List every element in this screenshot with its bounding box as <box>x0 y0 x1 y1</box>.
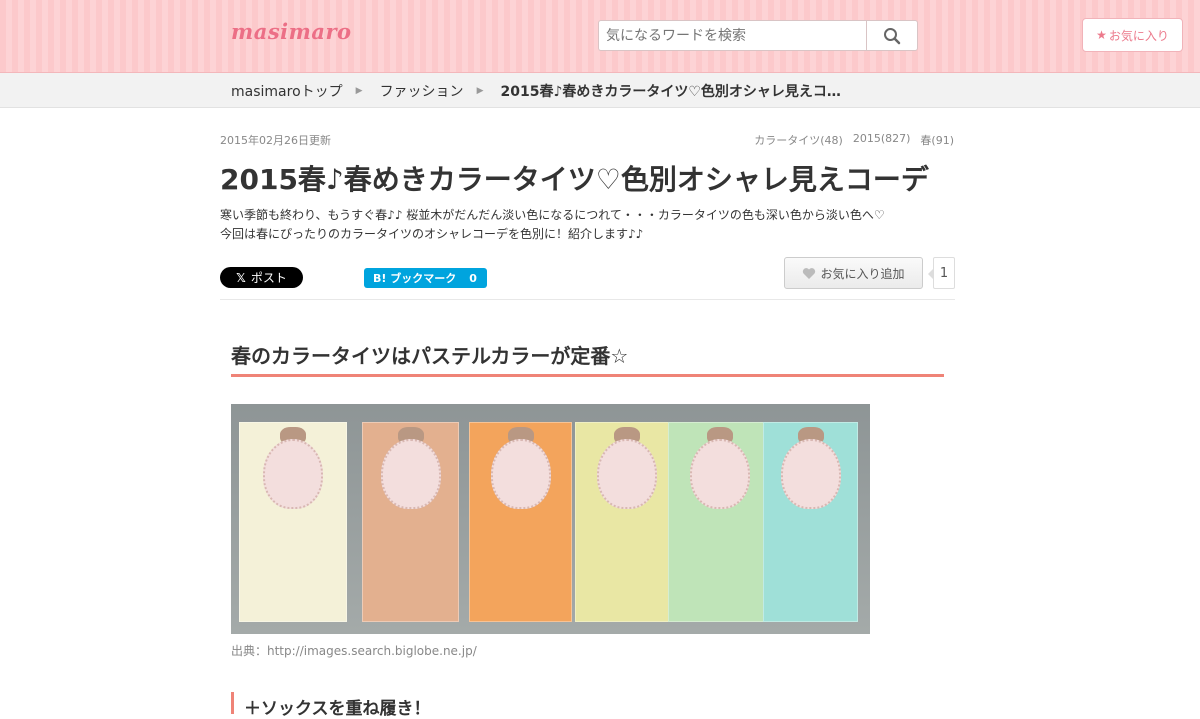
breadcrumb-home[interactable]: masimaroトップ <box>231 81 343 101</box>
x-logo-icon: 𝕏 <box>236 270 246 285</box>
hatena-bookmark-count: 0 <box>469 271 477 285</box>
x-post-button[interactable]: 𝕏 ポスト <box>220 267 303 288</box>
favorites-label: お気に入り <box>1108 28 1169 43</box>
search-button[interactable] <box>866 20 918 51</box>
heart-icon <box>803 267 816 279</box>
star-icon: ★ <box>1096 28 1107 42</box>
search-icon <box>884 27 901 44</box>
favorites-button[interactable]: ★ お気に入り <box>1082 18 1183 52</box>
hatena-bookmark-label: B! ブックマーク <box>373 272 457 285</box>
tights-package <box>469 422 572 622</box>
tag-link[interactable]: 春(91) <box>920 132 954 148</box>
tag-link[interactable]: 2015(827) <box>853 132 911 148</box>
article-description: 寒い季節も終わり、もうすぐ春♪♪ 桜並木がだんだん淡い色になるにつれて・・・カラ… <box>220 206 960 244</box>
subheading: ＋ソックスを重ね履き！ <box>244 699 431 719</box>
page-title: 2015春♪春めきカラータイツ♡色別オシャレ見えコーデ <box>220 163 929 196</box>
add-favorite-button[interactable]: お気に入り追加 <box>784 257 923 289</box>
hatena-bookmark-button[interactable]: B! ブックマーク 0 <box>364 268 487 288</box>
breadcrumb-current: 2015春♪春めきカラータイツ♡色別オシャレ見えコ… <box>500 84 841 100</box>
tights-photo <box>231 404 870 634</box>
divider <box>220 299 955 300</box>
tag-link[interactable]: カラータイツ(48) <box>754 132 843 148</box>
tights-package <box>668 422 771 622</box>
x-post-label: ポスト <box>250 271 287 285</box>
tights-package <box>575 422 678 622</box>
image-caption: 出典：http://images.search.biglobe.ne.jp/ <box>231 644 477 658</box>
breadcrumb-fashion[interactable]: ファッション <box>380 81 464 101</box>
site-logo[interactable]: masimaro <box>231 19 352 44</box>
breadcrumb-arrow-icon: ▶ <box>476 86 484 96</box>
description-line: 今回は春にぴったりのカラータイツのオシャレコーデを色別に！紹介します♪♪ <box>220 227 644 241</box>
subheading-bar <box>231 692 234 714</box>
favorite-count: 1 <box>928 257 955 289</box>
add-favorite-label: お気に入り追加 <box>820 266 905 281</box>
tag-list: カラータイツ(48) 2015(827) 春(91) <box>754 132 954 148</box>
tights-package <box>239 422 347 622</box>
section-heading: 春のカラータイツはパステルカラーが定番☆ <box>231 344 629 368</box>
breadcrumb: masimaroトップ ▶ ファッション ▶ 2015春♪春めきカラータイツ♡色… <box>231 81 841 101</box>
breadcrumb-bar: masimaroトップ ▶ ファッション ▶ 2015春♪春めきカラータイツ♡色… <box>0 73 1200 108</box>
site-header: masimaro ★ お気に入り <box>0 0 1200 73</box>
tights-package <box>362 422 459 622</box>
updated-date: 2015年02月26日更新 <box>220 134 331 147</box>
breadcrumb-arrow-icon: ▶ <box>355 86 363 96</box>
section-heading-underline <box>231 374 944 377</box>
tights-package <box>763 422 858 622</box>
description-line: 寒い季節も終わり、もうすぐ春♪♪ 桜並木がだんだん淡い色になるにつれて・・・カラ… <box>220 208 885 222</box>
search-input[interactable] <box>598 20 866 51</box>
